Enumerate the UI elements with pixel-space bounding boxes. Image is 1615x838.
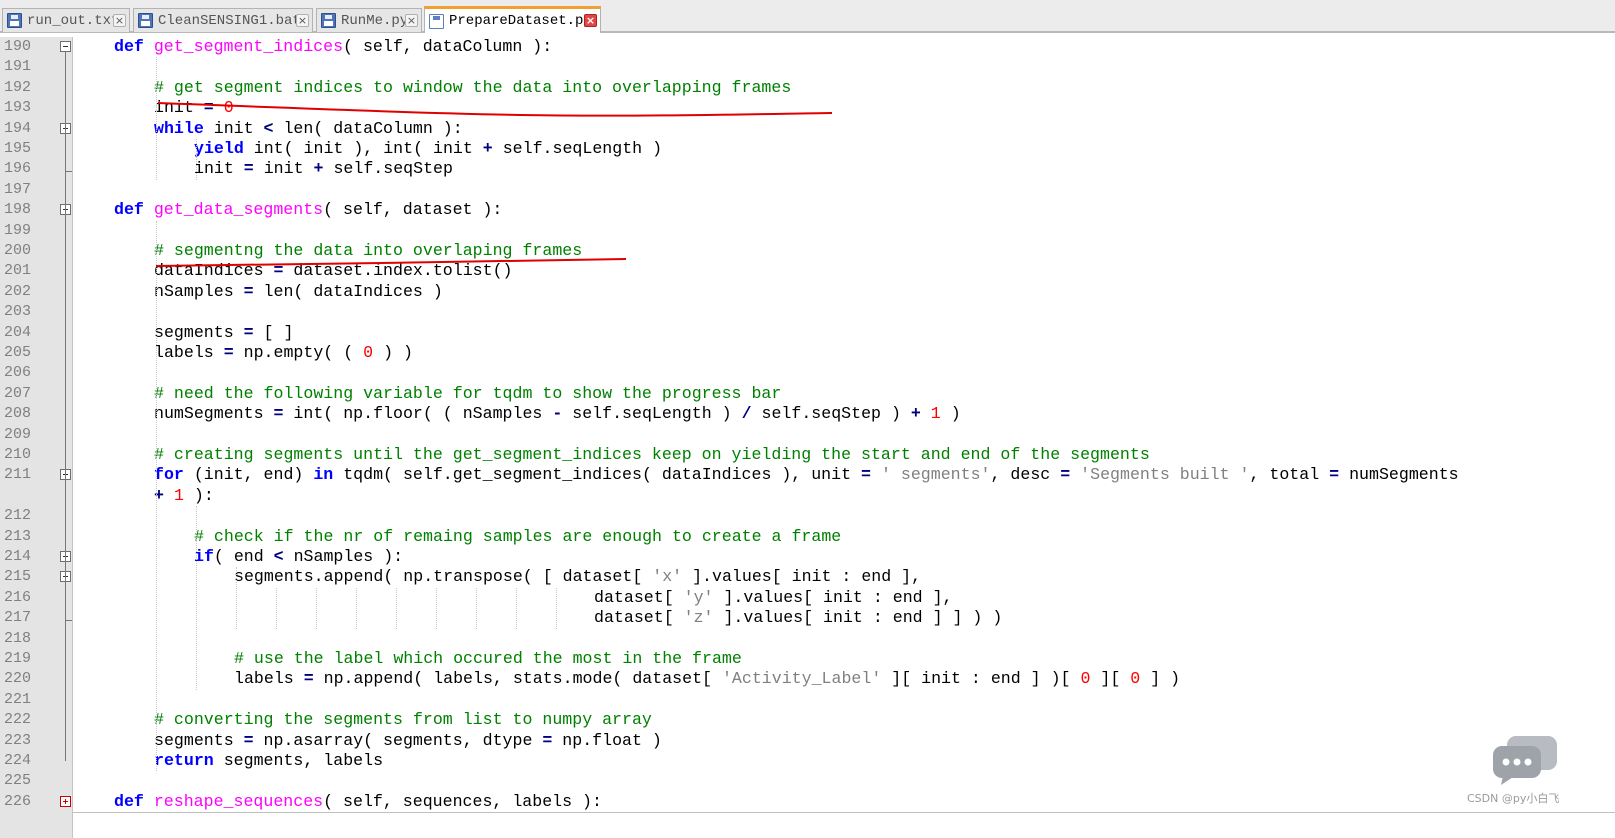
red-underline-comment [155,258,627,267]
chat-bubble-icon [1493,736,1557,785]
red-underline-init [157,102,833,117]
watermark: CSDN @py小白飞 [1467,792,1560,805]
red-annotation-layer [155,102,833,267]
editor-bottom-border [72,812,1615,813]
